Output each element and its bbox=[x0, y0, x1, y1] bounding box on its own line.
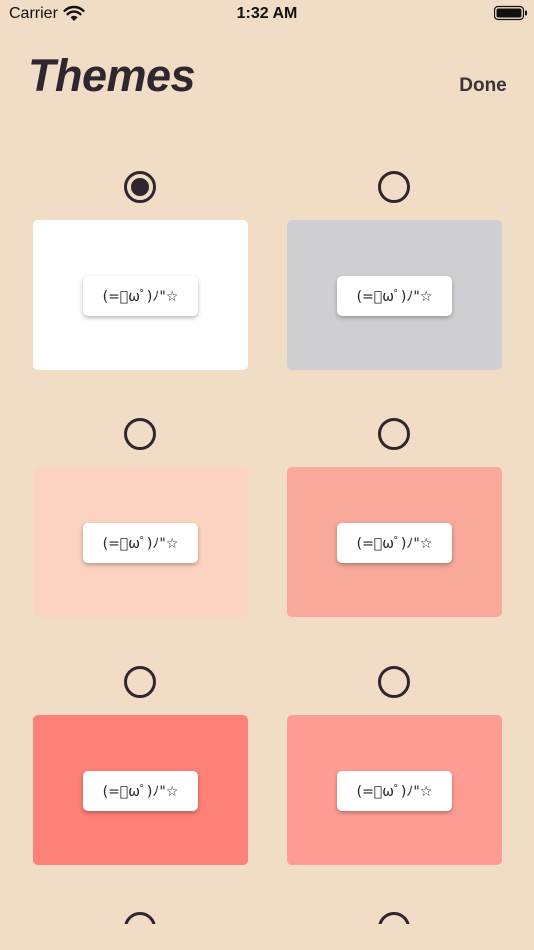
theme-radio-2[interactable] bbox=[378, 171, 410, 203]
theme-sample-button: (=ﾟωﾟ)ﾉ"☆ bbox=[337, 771, 452, 811]
done-button[interactable]: Done bbox=[450, 73, 516, 99]
status-bar: Carrier 1:32 AM bbox=[0, 0, 534, 30]
theme-sample-button: (=ﾟωﾟ)ﾉ"☆ bbox=[337, 523, 452, 563]
theme-card-1[interactable]: (=ﾟωﾟ)ﾉ"☆ bbox=[33, 220, 248, 370]
status-time: 1:32 AM bbox=[236, 5, 298, 22]
theme-card-5[interactable]: (=ﾟωﾟ)ﾉ"☆ bbox=[33, 715, 248, 865]
theme-card-6[interactable]: (=ﾟωﾟ)ﾉ"☆ bbox=[287, 715, 502, 865]
theme-sample-button: (=ﾟωﾟ)ﾉ"☆ bbox=[337, 276, 452, 316]
themes-screen: Carrier 1:32 AM Themes Done (=ﾟωﾟ)ﾉ"☆ (=… bbox=[0, 0, 534, 950]
theme-sample-button: (=ﾟωﾟ)ﾉ"☆ bbox=[83, 523, 198, 563]
theme-sample-button: (=ﾟωﾟ)ﾉ"☆ bbox=[83, 771, 198, 811]
battery-icon bbox=[494, 5, 527, 21]
theme-radio-8[interactable] bbox=[378, 912, 410, 924]
theme-radio-7[interactable] bbox=[124, 912, 156, 924]
theme-radio-4[interactable] bbox=[378, 418, 410, 450]
theme-radio-5[interactable] bbox=[124, 666, 156, 698]
theme-card-3[interactable]: (=ﾟωﾟ)ﾉ"☆ bbox=[33, 467, 248, 617]
next-row-clip bbox=[0, 900, 534, 924]
theme-radio-3[interactable] bbox=[124, 418, 156, 450]
page-title: Themes bbox=[28, 50, 196, 101]
theme-radio-6[interactable] bbox=[378, 666, 410, 698]
theme-card-2[interactable]: (=ﾟωﾟ)ﾉ"☆ bbox=[287, 220, 502, 370]
theme-sample-button: (=ﾟωﾟ)ﾉ"☆ bbox=[83, 276, 198, 316]
theme-radio-1[interactable] bbox=[124, 171, 156, 203]
theme-card-4[interactable]: (=ﾟωﾟ)ﾉ"☆ bbox=[287, 467, 502, 617]
